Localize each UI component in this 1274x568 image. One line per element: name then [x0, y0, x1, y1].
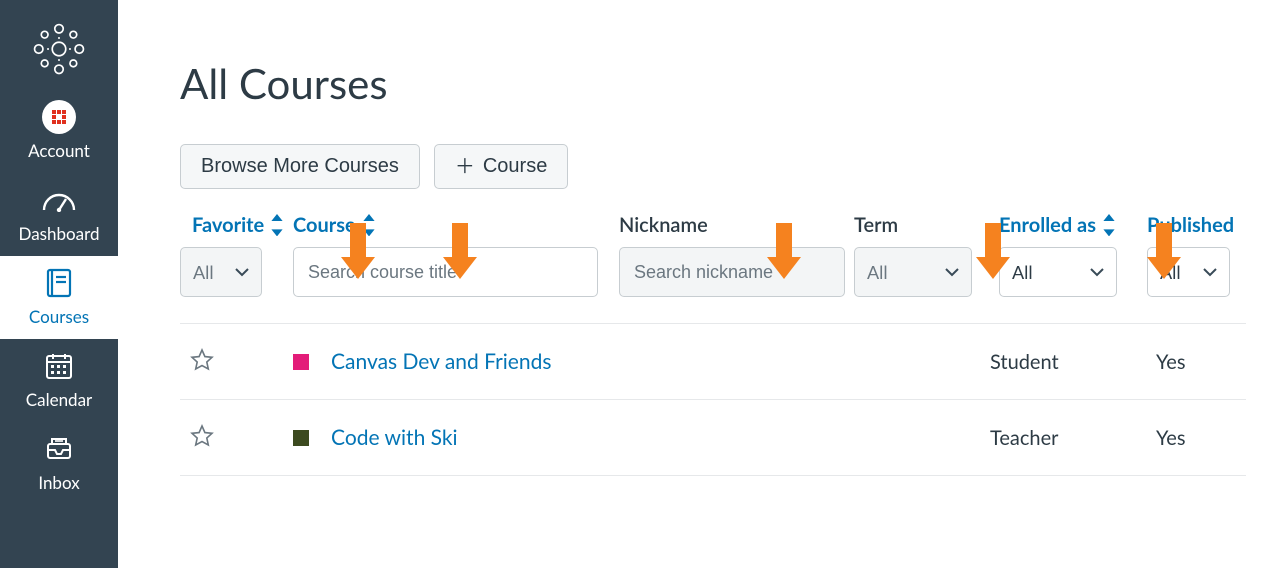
favorite-filter-select[interactable]: All: [180, 247, 262, 297]
sort-by-enrolled[interactable]: Enrolled as: [999, 213, 1147, 237]
brand-logo[interactable]: [0, 0, 118, 90]
nav-item-label: Inbox: [4, 472, 114, 493]
course-search[interactable]: [293, 247, 598, 297]
nav-item-courses[interactable]: Courses: [0, 256, 118, 339]
column-label: Term: [854, 213, 898, 237]
course-link[interactable]: Canvas Dev and Friends: [331, 349, 551, 374]
calendar-icon: [44, 351, 74, 381]
main-content: All Courses Browse More Courses ＋ Course…: [118, 0, 1274, 568]
select-value: All: [867, 261, 888, 283]
sort-icon: [270, 214, 284, 236]
sort-by-favorite[interactable]: Favorite: [192, 213, 293, 237]
column-favorite: Favorite All: [180, 213, 293, 297]
chevron-down-icon: [235, 267, 249, 277]
nickname-search-input[interactable]: [632, 261, 832, 284]
nickname-heading: Nickname: [619, 213, 854, 237]
nav-item-label: Calendar: [4, 389, 114, 410]
table-row: Code with Ski Teacher Yes: [180, 400, 1246, 476]
course-link[interactable]: Code with Ski: [331, 425, 458, 450]
nav-item-label: Courses: [4, 306, 114, 327]
courses-icon: [45, 268, 73, 298]
button-label: Course: [483, 155, 547, 178]
nav-item-label: Account: [4, 140, 114, 161]
nav-item-label: Dashboard: [4, 223, 114, 244]
nav-item-inbox[interactable]: Inbox: [0, 422, 118, 505]
table-row: Canvas Dev and Friends Student Yes: [180, 324, 1246, 400]
course-color-swatch: [293, 354, 309, 370]
nav-item-calendar[interactable]: Calendar: [0, 339, 118, 422]
inbox-icon: [44, 434, 74, 464]
select-value: All: [193, 261, 214, 283]
nickname-search[interactable]: [619, 247, 845, 297]
column-label: Published: [1147, 213, 1234, 237]
sort-by-course[interactable]: Course: [293, 213, 619, 237]
chevron-down-icon: [945, 267, 959, 277]
select-value: All: [1012, 261, 1033, 283]
column-label: Favorite: [192, 213, 264, 237]
plus-icon: ＋: [455, 157, 475, 177]
sort-icon: [362, 214, 376, 236]
published-filter-select[interactable]: All: [1147, 247, 1230, 297]
canvas-logo-icon: [32, 22, 86, 76]
published-cell: Yes: [1156, 426, 1239, 450]
term-heading: Term: [854, 213, 999, 237]
button-label: Browse More Courses: [201, 155, 399, 178]
favorite-star-toggle[interactable]: [190, 424, 214, 448]
favorite-star-toggle[interactable]: [190, 348, 214, 372]
column-label: Nickname: [619, 213, 708, 237]
enrolled-filter-select[interactable]: All: [999, 247, 1117, 297]
chevron-down-icon: [1090, 267, 1104, 277]
dashboard-icon: [42, 188, 76, 212]
published-cell: Yes: [1156, 350, 1239, 374]
course-search-input[interactable]: [306, 261, 585, 284]
browse-more-courses-button[interactable]: Browse More Courses: [180, 144, 420, 189]
toolbar: Browse More Courses ＋ Course: [180, 144, 1246, 189]
sort-icon: [1102, 214, 1116, 236]
column-label: Course: [293, 213, 356, 237]
global-nav: Account Dashboard Courses: [0, 0, 118, 568]
account-avatar-icon: [41, 99, 77, 135]
column-course: Course: [293, 213, 619, 297]
column-enrolled: Enrolled as All: [999, 213, 1147, 297]
page-title: All Courses: [180, 58, 1246, 108]
enrolled-as-cell: Student: [990, 350, 1156, 374]
nav-item-account[interactable]: Account: [0, 90, 118, 173]
add-course-button[interactable]: ＋ Course: [434, 144, 568, 189]
column-published: Published All: [1147, 213, 1230, 297]
course-color-swatch: [293, 430, 309, 446]
column-headers: Favorite All Course: [180, 213, 1246, 297]
enrolled-as-cell: Teacher: [990, 426, 1156, 450]
chevron-down-icon: [1203, 267, 1217, 277]
column-nickname: Nickname: [619, 213, 854, 297]
column-term: Term All: [854, 213, 999, 297]
sort-by-published[interactable]: Published: [1147, 213, 1230, 237]
select-value: All: [1160, 261, 1181, 283]
column-label: Enrolled as: [999, 213, 1096, 237]
nav-item-dashboard[interactable]: Dashboard: [0, 173, 118, 256]
term-filter-select[interactable]: All: [854, 247, 972, 297]
